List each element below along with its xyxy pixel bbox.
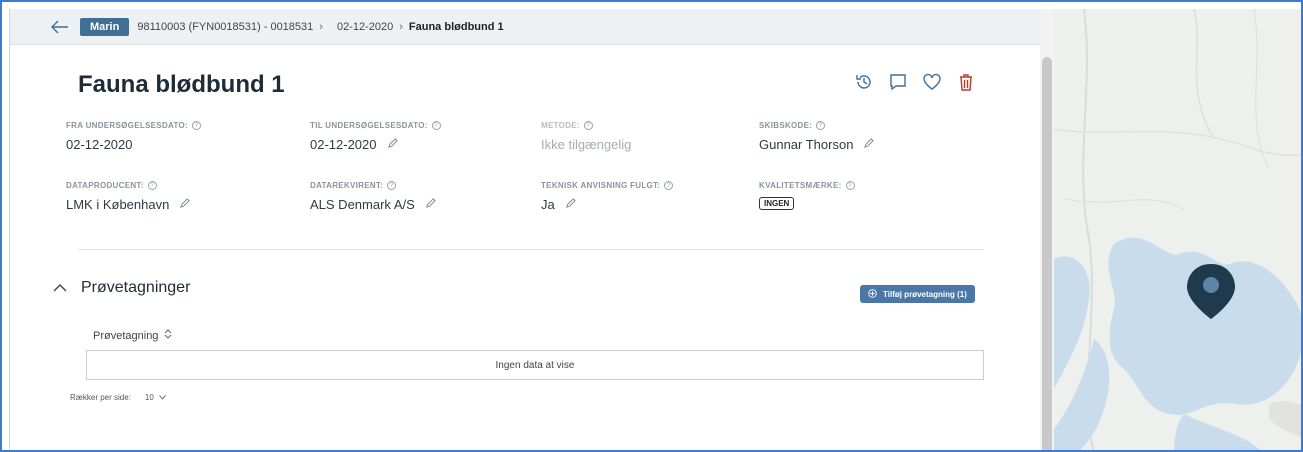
- help-icon[interactable]: ?: [816, 121, 826, 130]
- field-til-dato: TIL UNDERSØGELSESDATO:? 02-12-2020: [310, 121, 441, 152]
- field-value: ALS Denmark A/S: [310, 197, 415, 212]
- field-value: Ja: [541, 197, 555, 212]
- field-metode: METODE:? Ikke tilgængelig: [541, 121, 631, 152]
- section-title: Prøvetagninger: [81, 279, 191, 296]
- vertical-scrollbar[interactable]: [1040, 9, 1054, 450]
- field-label: FRA UNDERSØGELSESDATO:: [66, 121, 189, 130]
- field-dataproducent: DATAPRODUCENT:? LMK i København: [66, 181, 191, 212]
- field-skibskode: SKIBSKODE:? Gunnar Thorson: [759, 121, 875, 152]
- help-icon[interactable]: ?: [192, 121, 202, 130]
- quality-badge: INGEN: [759, 197, 795, 210]
- rows-per-page-select[interactable]: 10: [145, 393, 166, 402]
- field-kvalitetsmaerke: KVALITETSMÆRKE:? INGEN: [759, 181, 855, 210]
- field-datarekvirent: DATAREKVIRENT:? ALS Denmark A/S: [310, 181, 436, 212]
- detail-panel: Marin 98110003 (FYN0018531) - 0018531 › …: [9, 9, 1040, 450]
- column-header-sampling[interactable]: Prøvetagning: [93, 329, 172, 342]
- add-sampling-button[interactable]: Tilføj prøvetagning (1): [860, 285, 975, 303]
- empty-message: Ingen data at vise: [495, 359, 575, 371]
- page-title: Fauna blødbund 1: [78, 71, 285, 98]
- comment-icon[interactable]: [887, 71, 909, 93]
- pencil-icon[interactable]: [565, 197, 576, 212]
- scrollbar-thumb[interactable]: [1042, 57, 1052, 450]
- heart-icon[interactable]: [921, 71, 943, 93]
- field-teknisk-anvisning: TEKNISK ANVISNING FULGT:? Ja: [541, 181, 674, 212]
- map-canvas: [1054, 9, 1301, 450]
- column-header-label: Prøvetagning: [93, 329, 159, 342]
- breadcrumb: Marin 98110003 (FYN0018531) - 0018531 › …: [10, 9, 1040, 45]
- field-label: DATAREKVIRENT:: [310, 181, 384, 190]
- rows-per-page-value: 10: [144, 393, 154, 402]
- help-icon[interactable]: ?: [147, 181, 157, 190]
- plus-circle-icon: [868, 288, 877, 300]
- field-label: SKIBSKODE:: [759, 121, 813, 130]
- field-value: Gunnar Thorson: [759, 137, 854, 152]
- empty-table-row: Ingen data at vise: [86, 350, 984, 380]
- chevron-up-icon[interactable]: [53, 279, 67, 297]
- domain-badge[interactable]: Marin: [80, 17, 130, 36]
- field-label: DATAPRODUCENT:: [66, 181, 144, 190]
- add-sampling-label: Tilføj prøvetagning (1): [883, 289, 967, 299]
- breadcrumb-station[interactable]: 98110003 (FYN0018531) - 0018531: [137, 21, 313, 33]
- field-value: 02-12-2020: [66, 137, 133, 152]
- help-icon[interactable]: ?: [387, 181, 397, 190]
- help-icon[interactable]: ?: [845, 181, 855, 190]
- pagination: Rækker per side: 10: [70, 393, 166, 402]
- map-view[interactable]: [1054, 9, 1301, 450]
- app-window: Marin 98110003 (FYN0018531) - 0018531 › …: [0, 0, 1303, 452]
- caret-down-icon: [158, 393, 166, 402]
- help-icon[interactable]: ?: [431, 121, 441, 130]
- field-label: TIL UNDERSØGELSESDATO:: [310, 121, 428, 130]
- title-actions: [853, 71, 977, 93]
- help-icon[interactable]: ?: [583, 121, 593, 130]
- field-value: Ikke tilgængelig: [541, 137, 632, 152]
- pencil-icon[interactable]: [425, 197, 436, 212]
- sort-icon[interactable]: [164, 329, 172, 342]
- pencil-icon[interactable]: [863, 137, 875, 152]
- breadcrumb-current: Fauna blødbund 1: [408, 20, 504, 33]
- section-divider: [78, 249, 984, 250]
- field-label: TEKNISK ANVISNING FULGT:: [541, 181, 661, 190]
- trash-icon[interactable]: [955, 71, 977, 93]
- field-value: 02-12-2020: [310, 137, 377, 152]
- help-icon[interactable]: ?: [664, 181, 674, 190]
- history-icon[interactable]: [853, 71, 875, 93]
- field-label: KVALITETSMÆRKE:: [759, 181, 842, 190]
- back-arrow-icon[interactable]: [50, 17, 70, 37]
- pencil-icon[interactable]: [179, 197, 191, 212]
- breadcrumb-date[interactable]: 02-12-2020: [337, 21, 393, 33]
- field-label: METODE:: [541, 121, 580, 130]
- chevron-right-icon: ›: [319, 20, 323, 33]
- chevron-right-icon: ›: [399, 20, 403, 33]
- rows-per-page-label: Rækker per side:: [70, 393, 131, 402]
- pencil-icon[interactable]: [387, 137, 398, 152]
- field-value: LMK i København: [66, 197, 170, 212]
- field-fra-dato: FRA UNDERSØGELSESDATO:? 02-12-2020: [66, 121, 202, 152]
- section-header[interactable]: Prøvetagninger: [53, 279, 190, 297]
